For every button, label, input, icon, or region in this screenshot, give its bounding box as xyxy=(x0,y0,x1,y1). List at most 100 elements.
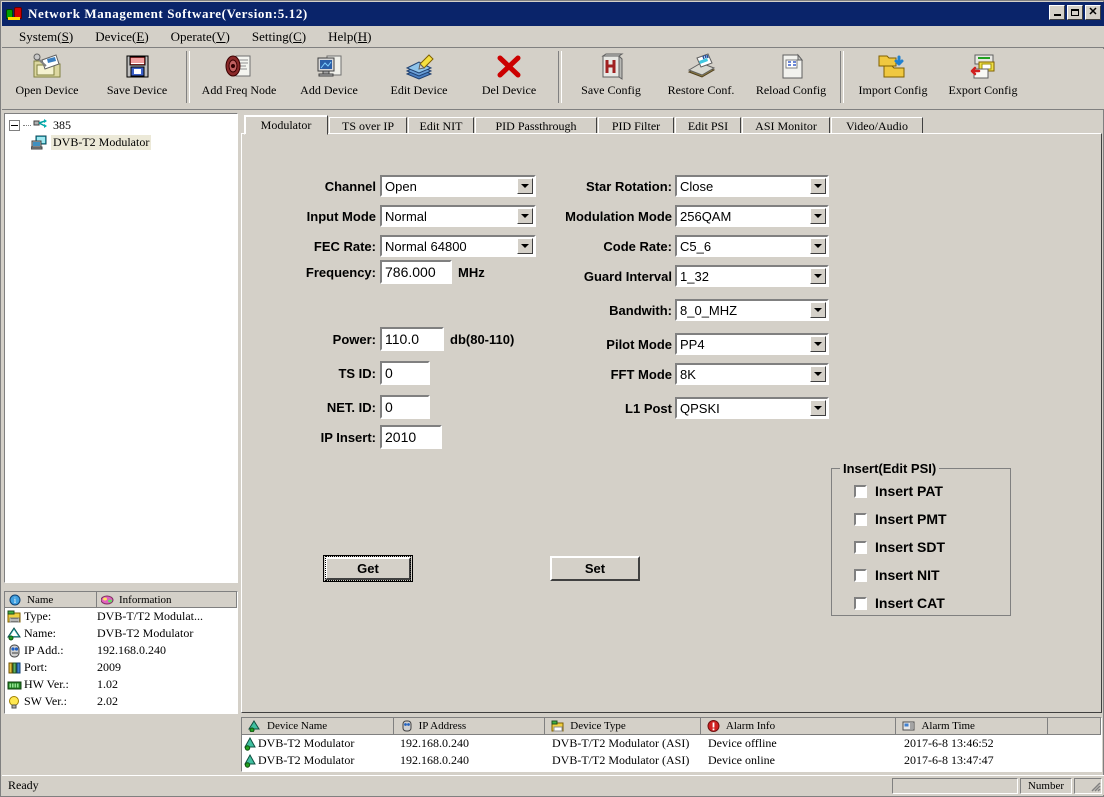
chevron-down-icon[interactable] xyxy=(810,208,826,224)
restore-config-icon xyxy=(684,52,718,82)
alarm-column-header-device-name[interactable]: Device Name xyxy=(242,718,394,734)
menu-item-system[interactable]: System(S) xyxy=(8,27,84,47)
alarm-column-header-alarm-info[interactable]: Alarm Info xyxy=(701,718,897,734)
alarm-cell-type: DVB-T/T2 Modulator (ASI) xyxy=(546,753,702,768)
toolbar-label: Export Config xyxy=(949,83,1018,98)
chevron-down-icon[interactable] xyxy=(517,178,533,194)
checkbox-row-insert-sdt[interactable]: Insert SDT xyxy=(832,533,1010,561)
info-row-label: Type: xyxy=(24,609,51,624)
checkbox-row-insert-cat[interactable]: Insert CAT xyxy=(832,589,1010,617)
modulation-mode-combo[interactable]: 256QAM xyxy=(675,205,829,227)
tab-label: PID Filter xyxy=(612,119,660,134)
toolbar-button-import-config[interactable]: Import Config xyxy=(848,49,938,107)
pilot-mode-combo[interactable]: PP4 xyxy=(675,333,829,355)
device-tree-panel[interactable]: 385 DVB-T2 Modulator xyxy=(4,113,238,583)
menu-label: Device xyxy=(95,29,132,44)
maximize-button[interactable] xyxy=(1067,5,1083,20)
close-button[interactable]: ✕ xyxy=(1085,5,1101,20)
checkbox-label: Insert NIT xyxy=(875,567,940,583)
chevron-down-icon[interactable] xyxy=(810,400,826,416)
tree-expander-icon[interactable] xyxy=(9,120,20,131)
chevron-down-icon[interactable] xyxy=(517,238,533,254)
net-id-input[interactable]: 0 xyxy=(380,395,430,419)
toolbar-button-del-device[interactable]: Del Device xyxy=(464,49,554,107)
tree-dotline xyxy=(23,125,31,127)
cell-text: DVB-T2 Modulator xyxy=(258,753,354,768)
insert-pmt-checkbox[interactable] xyxy=(854,513,867,526)
info-row-label: SW Ver.: xyxy=(24,694,67,709)
fft-mode-combo[interactable]: 8K xyxy=(675,363,829,385)
tab-modulator[interactable]: Modulator xyxy=(244,115,328,135)
toolbar-button-reload-config[interactable]: Reload Config xyxy=(746,49,836,107)
toolbar-label: Reload Config xyxy=(756,83,826,98)
toolbar-separator xyxy=(186,51,190,103)
bandwith-combo[interactable]: 8_0_MHZ xyxy=(675,299,829,321)
power-input[interactable]: 110.0 xyxy=(380,327,444,351)
insert-cat-checkbox[interactable] xyxy=(854,597,867,610)
field-label: Star Rotation: xyxy=(560,179,672,194)
checkbox-row-insert-pat[interactable]: Insert PAT xyxy=(832,477,1010,505)
chevron-down-icon[interactable] xyxy=(810,268,826,284)
alarm-column-header-alarm-time[interactable]: Alarm Time xyxy=(896,718,1048,734)
frequency-input[interactable]: 786.000 xyxy=(380,260,452,284)
table-row[interactable]: DVB-T2 Modulator 192.168.0.240 DVB-T/T2 … xyxy=(242,735,1101,752)
chevron-down-icon[interactable] xyxy=(810,366,826,382)
set-button[interactable]: Set xyxy=(550,556,640,581)
toolbar-button-export-config[interactable]: Export Config xyxy=(938,49,1028,107)
channel-combo[interactable]: Open xyxy=(380,175,536,197)
field-pilot-mode: Pilot Mode PP4 xyxy=(560,333,829,355)
menu-item-help[interactable]: Help(H) xyxy=(317,27,382,47)
name-icon xyxy=(7,627,22,641)
toolbar-button-add-freq-node[interactable]: Add Freq Node xyxy=(194,49,284,107)
toolbar-button-add-device[interactable]: Add Device xyxy=(284,49,374,107)
chevron-down-icon[interactable] xyxy=(810,336,826,352)
info-data-icon xyxy=(101,594,114,606)
info-column-header-name[interactable]: i Name xyxy=(5,592,97,607)
device-type-icon xyxy=(551,720,564,732)
field-star-rotation: Star Rotation: Close xyxy=(560,175,829,197)
menu-item-device[interactable]: Device(E) xyxy=(84,27,159,47)
get-button[interactable]: Get xyxy=(323,555,413,582)
toolbar-button-save-device[interactable]: Save Device xyxy=(92,49,182,107)
table-row[interactable]: DVB-T2 Modulator 192.168.0.240 DVB-T/T2 … xyxy=(242,752,1101,769)
alarm-column-header-ip-address[interactable]: IP Address xyxy=(394,718,546,734)
chevron-down-icon[interactable] xyxy=(810,302,826,318)
info-column-header-information[interactable]: Information xyxy=(97,592,237,607)
alarm-grid[interactable]: Device Name IP Address xyxy=(241,717,1102,772)
checkbox-row-insert-pmt[interactable]: Insert PMT xyxy=(832,505,1010,533)
checkbox-row-insert-nit[interactable]: Insert NIT xyxy=(832,561,1010,589)
ip-insert-input[interactable]: 2010 xyxy=(380,425,442,449)
input-mode-combo[interactable]: Normal xyxy=(380,205,536,227)
l1-post-combo[interactable]: QPSKI xyxy=(675,397,829,419)
code-rate-combo[interactable]: C5_6 xyxy=(675,235,829,257)
insert-pat-checkbox[interactable] xyxy=(854,485,867,498)
insert-sdt-checkbox[interactable] xyxy=(854,541,867,554)
menu-item-operate[interactable]: Operate(V) xyxy=(160,27,241,47)
toolbar-button-save-config[interactable]: Save Config xyxy=(566,49,656,107)
toolbar-button-edit-device[interactable]: Edit Device xyxy=(374,49,464,107)
toolbar-button-restore-config[interactable]: Restore Conf. xyxy=(656,49,746,107)
chevron-down-icon[interactable] xyxy=(810,238,826,254)
alarm-column-header-device-type[interactable]: Device Type xyxy=(545,718,701,734)
tree-node-root[interactable]: 385 xyxy=(5,117,237,134)
ts-id-input[interactable]: 0 xyxy=(380,361,430,385)
guard-interval-combo[interactable]: 1_32 xyxy=(675,265,829,287)
cell-text: Device offline xyxy=(708,736,777,751)
fec-rate-combo[interactable]: Normal 64800 xyxy=(380,235,536,257)
tab-label: Video/Audio xyxy=(846,119,908,134)
chevron-down-icon[interactable] xyxy=(810,178,826,194)
chevron-down-icon[interactable] xyxy=(517,208,533,224)
insert-nit-checkbox[interactable] xyxy=(854,569,867,582)
info-row-name-cell: IP Add.: xyxy=(5,643,97,658)
combo-value: C5_6 xyxy=(677,239,711,254)
toolbar-button-open-device[interactable]: Open Device xyxy=(2,49,92,107)
info-row-name-cell: SW Ver.: xyxy=(5,694,97,709)
menu-item-setting[interactable]: Setting(C) xyxy=(241,27,317,47)
button-label: Set xyxy=(585,561,605,576)
star-rotation-combo[interactable]: Close xyxy=(675,175,829,197)
tree-node-dvb-t2-modulator[interactable]: DVB-T2 Modulator xyxy=(5,134,237,151)
info-header-label: Name xyxy=(27,594,53,606)
minimize-button[interactable] xyxy=(1049,5,1065,20)
alarm-cell-ip: 192.168.0.240 xyxy=(394,736,546,751)
resize-grip[interactable] xyxy=(1088,779,1102,793)
